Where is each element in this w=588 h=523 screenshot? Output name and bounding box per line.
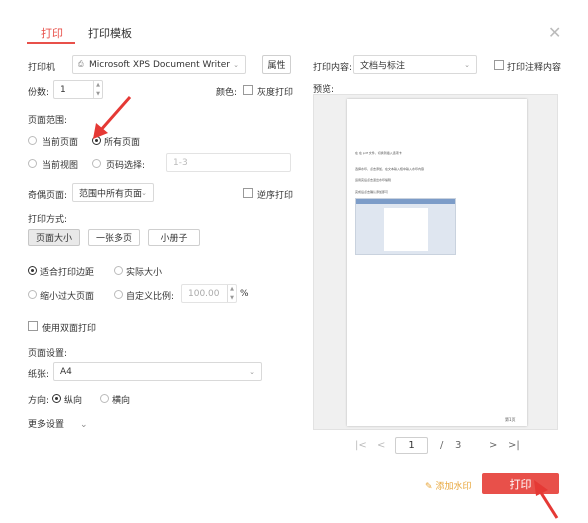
properties-button[interactable]: 属性 xyxy=(262,55,291,74)
printer-label: 打印机 xyxy=(28,63,56,73)
annotation-label: 打印注释内容 xyxy=(507,63,562,73)
chevron-down-icon: ⌄ xyxy=(233,60,239,69)
pager-last[interactable]: >| xyxy=(508,440,520,451)
preview-screenshot xyxy=(355,198,456,255)
preview-line: 选择水印，点击添加，在文本输入框中输入水印内容 xyxy=(355,167,425,171)
scale-value: 100.00 xyxy=(188,288,220,299)
copies-value: 1 xyxy=(60,84,66,95)
page-setup-title: 页面设置: xyxy=(28,349,68,359)
color-label: 颜色: xyxy=(216,88,238,98)
annotation-arrow-1 xyxy=(93,96,132,139)
radio-landscape[interactable] xyxy=(100,394,109,406)
printer-value: Microsoft XPS Document Writer xyxy=(89,59,230,70)
odd-even-select[interactable]: 范围中所有页面 ⌄ xyxy=(72,183,154,202)
duplex-label: 使用双面打印 xyxy=(42,324,97,334)
percent-label: % xyxy=(240,289,249,299)
pager-first[interactable]: |< xyxy=(355,440,367,451)
radio-shrink[interactable] xyxy=(28,290,37,302)
duplex-checkbox[interactable] xyxy=(28,321,38,334)
custom-scale-label: 自定义比例: xyxy=(126,292,175,302)
reverse-label: 逆序打印 xyxy=(257,191,294,201)
radio-fit-margin[interactable] xyxy=(28,266,37,278)
chevron-down-icon: ⌄ xyxy=(249,367,255,376)
range-title: 页面范围: xyxy=(28,116,68,126)
preview-line: 在 在 pdf 文件，切换到插入选项卡 xyxy=(355,151,402,155)
landscape-label: 横向 xyxy=(112,396,131,406)
preview-page: 在 在 pdf 文件，切换到插入选项卡 选择水印，点击添加，在文本输入框中输入水… xyxy=(347,99,527,426)
page-number-input[interactable]: 1 xyxy=(395,437,428,454)
grayscale-checkbox[interactable] xyxy=(243,85,253,98)
radio-current-page[interactable] xyxy=(28,136,37,148)
more-settings[interactable]: 更多设置 ⌄ xyxy=(28,417,88,430)
copies-label: 份数: xyxy=(28,88,50,98)
add-watermark-link[interactable]: ✎ 添加水印 xyxy=(425,479,472,492)
annotation-checkbox[interactable] xyxy=(494,60,504,73)
paper-value: A4 xyxy=(60,366,72,377)
radio-actual-size[interactable] xyxy=(114,266,123,278)
more-settings-label: 更多设置 xyxy=(28,420,65,430)
shrink-label: 缩小过大页面 xyxy=(40,292,95,302)
pager-total: 3 xyxy=(455,440,462,451)
orientation-label: 方向: xyxy=(28,396,50,406)
grayscale-label: 灰度打印 xyxy=(257,88,294,98)
reverse-checkbox[interactable] xyxy=(243,188,253,201)
content-select[interactable]: 文档与标注 ⌄ xyxy=(353,55,477,74)
radio-custom-scale[interactable] xyxy=(114,290,123,302)
content-value: 文档与标注 xyxy=(360,61,406,71)
current-page-label: 当前页面 xyxy=(42,138,79,148)
method-booklet[interactable]: 小册子 xyxy=(148,229,200,246)
add-watermark-label: 添加水印 xyxy=(435,482,472,492)
tab-print[interactable]: 打印 xyxy=(41,25,63,41)
content-label: 打印内容: xyxy=(313,63,353,73)
preview-area: 在 在 pdf 文件，切换到插入选项卡 选择水印，点击添加，在文本输入框中输入水… xyxy=(313,94,558,430)
screenshot-titlebar xyxy=(356,199,455,204)
chevron-down-icon: ⌄ xyxy=(80,420,88,430)
preview-line: 运用完后点击退出水印编辑 xyxy=(355,178,392,182)
printer-select[interactable]: ⎙ Microsoft XPS Document Writer ⌄ xyxy=(72,55,246,74)
page-select-label: 页码选择: xyxy=(106,161,146,171)
preview-line: 完成后点击确认添加即可 xyxy=(355,190,389,194)
paper-select[interactable]: A4 ⌄ xyxy=(53,362,262,381)
paper-label: 纸张: xyxy=(28,370,50,380)
odd-even-value: 范围中所有页面 xyxy=(79,189,143,199)
printer-icon: ⎙ xyxy=(78,60,84,68)
method-page-size[interactable]: 页面大小 xyxy=(28,229,80,246)
close-icon[interactable]: ✕ xyxy=(548,25,561,41)
stepper-arrows[interactable]: ▲ ▼ xyxy=(227,285,236,302)
active-tab-underline xyxy=(27,42,75,44)
pager-next[interactable]: > xyxy=(489,440,497,451)
page-select-input[interactable]: 1-3 xyxy=(166,153,291,172)
preview-page-number: 第1页 xyxy=(505,417,516,422)
radio-portrait[interactable] xyxy=(52,394,61,406)
odd-even-label: 奇偶页面: xyxy=(28,191,68,201)
portrait-label: 纵向 xyxy=(64,396,83,406)
page-select-placeholder: 1-3 xyxy=(173,157,188,168)
pager-separator: / xyxy=(440,440,444,451)
chevron-down-icon: ⌄ xyxy=(141,188,147,197)
chevron-down-icon: ⌄ xyxy=(464,60,470,69)
scale-stepper[interactable]: 100.00 ▲ ▼ xyxy=(181,284,237,303)
current-view-label: 当前视图 xyxy=(42,161,79,171)
fit-margin-label: 适合打印边距 xyxy=(40,268,95,278)
radio-page-select[interactable] xyxy=(92,159,101,171)
radio-current-view[interactable] xyxy=(28,159,37,171)
method-title: 打印方式: xyxy=(28,215,68,225)
actual-size-label: 实际大小 xyxy=(126,268,163,278)
annotation-arrow-2 xyxy=(534,480,559,519)
method-multi-page[interactable]: 一张多页 xyxy=(88,229,140,246)
screenshot-page xyxy=(384,208,428,251)
pager-prev[interactable]: < xyxy=(377,440,385,451)
watermark-icon: ✎ xyxy=(425,482,433,492)
tab-print-template[interactable]: 打印模板 xyxy=(88,25,132,41)
